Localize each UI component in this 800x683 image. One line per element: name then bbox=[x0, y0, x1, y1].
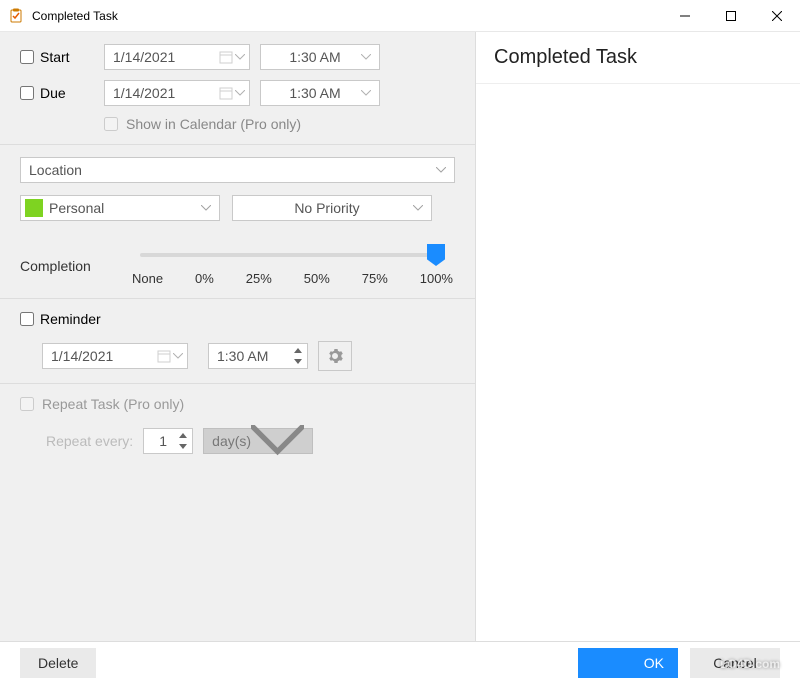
repeat-label-text: Repeat Task (Pro only) bbox=[42, 396, 184, 412]
app-clipboard-icon bbox=[8, 8, 24, 24]
chevron-down-icon bbox=[235, 90, 245, 96]
chevron-down-icon bbox=[413, 205, 423, 211]
reminder-section: Reminder 1/14/2021 1:30 AM bbox=[0, 299, 475, 384]
titlebar: Completed Task bbox=[0, 0, 800, 32]
due-date-value: 1/14/2021 bbox=[113, 85, 219, 101]
location-value: Location bbox=[29, 162, 436, 178]
repeat-section: Repeat Task (Pro only) Repeat every: 1 d… bbox=[0, 384, 475, 641]
chevron-down-icon bbox=[235, 54, 245, 60]
tick-75: 75% bbox=[362, 271, 388, 286]
reminder-time-value: 1:30 AM bbox=[217, 348, 291, 364]
start-label: Start bbox=[40, 49, 70, 65]
calendar-icon bbox=[157, 349, 171, 363]
reminder-date-picker[interactable]: 1/14/2021 bbox=[42, 343, 188, 369]
chevron-down-icon bbox=[436, 167, 446, 173]
calendar-icon bbox=[219, 86, 233, 100]
due-label: Due bbox=[40, 85, 66, 101]
repeat-every-label: Repeat every: bbox=[46, 433, 133, 449]
repeat-interval-value: 1 bbox=[150, 433, 176, 449]
repeat-unit-value: day(s) bbox=[212, 433, 251, 449]
due-time-value: 1:30 AM bbox=[269, 85, 361, 101]
cancel-button[interactable]: Cancel bbox=[690, 648, 780, 678]
minimize-button[interactable] bbox=[662, 0, 708, 32]
category-combo[interactable]: Personal bbox=[20, 195, 220, 221]
tick-0: 0% bbox=[195, 271, 214, 286]
reminder-label: Reminder bbox=[40, 311, 101, 327]
start-time-value: 1:30 AM bbox=[269, 49, 361, 65]
button-bar: Delete OK Cancel bbox=[0, 641, 800, 683]
chevron-down-icon bbox=[251, 425, 304, 457]
due-checkbox[interactable] bbox=[20, 86, 34, 100]
due-time-picker[interactable]: 1:30 AM bbox=[260, 80, 380, 106]
reminder-time-spinner[interactable]: 1:30 AM bbox=[208, 343, 308, 369]
tick-100: 100% bbox=[420, 271, 453, 286]
location-combo[interactable]: Location bbox=[20, 157, 455, 183]
spin-down-button[interactable] bbox=[291, 356, 305, 367]
start-checkbox[interactable] bbox=[20, 50, 34, 64]
ok-button[interactable]: OK bbox=[578, 648, 678, 678]
gear-icon bbox=[327, 348, 343, 364]
reminder-settings-button[interactable] bbox=[318, 341, 352, 371]
start-date-value: 1/14/2021 bbox=[113, 49, 219, 65]
priority-value: No Priority bbox=[241, 200, 413, 216]
repeat-interval-spinner[interactable]: 1 bbox=[143, 428, 193, 454]
completion-ticks: None 0% 25% 50% 75% 100% bbox=[130, 271, 455, 286]
show-in-calendar-text: Show in Calendar (Pro only) bbox=[126, 116, 301, 132]
category-color-swatch bbox=[25, 199, 43, 217]
form-panel: Start 1/14/2021 1:30 AM Due 1 bbox=[0, 32, 476, 641]
start-time-picker[interactable]: 1:30 AM bbox=[260, 44, 380, 70]
completion-slider[interactable]: None 0% 25% 50% 75% 100% bbox=[130, 245, 455, 286]
category-value: Personal bbox=[49, 200, 201, 216]
show-in-calendar-checkbox[interactable] bbox=[104, 117, 118, 131]
calendar-icon bbox=[219, 50, 233, 64]
close-button[interactable] bbox=[754, 0, 800, 32]
due-checkbox-label[interactable]: Due bbox=[20, 85, 104, 101]
delete-button[interactable]: Delete bbox=[20, 648, 96, 678]
maximize-button[interactable] bbox=[708, 0, 754, 32]
repeat-checkbox[interactable] bbox=[20, 397, 34, 411]
notes-title[interactable]: Completed Task bbox=[476, 32, 800, 84]
start-date-picker[interactable]: 1/14/2021 bbox=[104, 44, 250, 70]
chevron-down-icon bbox=[361, 90, 371, 96]
reminder-date-value: 1/14/2021 bbox=[51, 348, 157, 364]
spin-up-button[interactable] bbox=[291, 345, 305, 356]
tick-none: None bbox=[132, 271, 163, 286]
tick-25: 25% bbox=[246, 271, 272, 286]
chevron-down-icon bbox=[361, 54, 371, 60]
details-section: Location Personal No Priority Completion bbox=[0, 145, 475, 299]
completion-label: Completion bbox=[20, 258, 130, 274]
tick-50: 50% bbox=[304, 271, 330, 286]
repeat-checkbox-label[interactable]: Repeat Task (Pro only) bbox=[20, 396, 455, 412]
start-checkbox-label[interactable]: Start bbox=[20, 49, 104, 65]
spin-up-button[interactable] bbox=[176, 430, 190, 441]
due-date-picker[interactable]: 1/14/2021 bbox=[104, 80, 250, 106]
slider-thumb[interactable] bbox=[427, 244, 445, 266]
chevron-down-icon bbox=[201, 205, 211, 211]
notes-textarea[interactable] bbox=[476, 90, 800, 641]
repeat-unit-select[interactable]: day(s) bbox=[203, 428, 313, 454]
chevron-down-icon bbox=[173, 353, 183, 359]
show-in-calendar-label[interactable]: Show in Calendar (Pro only) bbox=[104, 116, 455, 132]
window-title: Completed Task bbox=[32, 9, 118, 23]
notes-panel: Completed Task bbox=[476, 32, 800, 641]
priority-combo[interactable]: No Priority bbox=[232, 195, 432, 221]
reminder-checkbox-label[interactable]: Reminder bbox=[20, 311, 455, 327]
spin-down-button[interactable] bbox=[176, 441, 190, 452]
dates-section: Start 1/14/2021 1:30 AM Due 1 bbox=[0, 32, 475, 145]
reminder-checkbox[interactable] bbox=[20, 312, 34, 326]
